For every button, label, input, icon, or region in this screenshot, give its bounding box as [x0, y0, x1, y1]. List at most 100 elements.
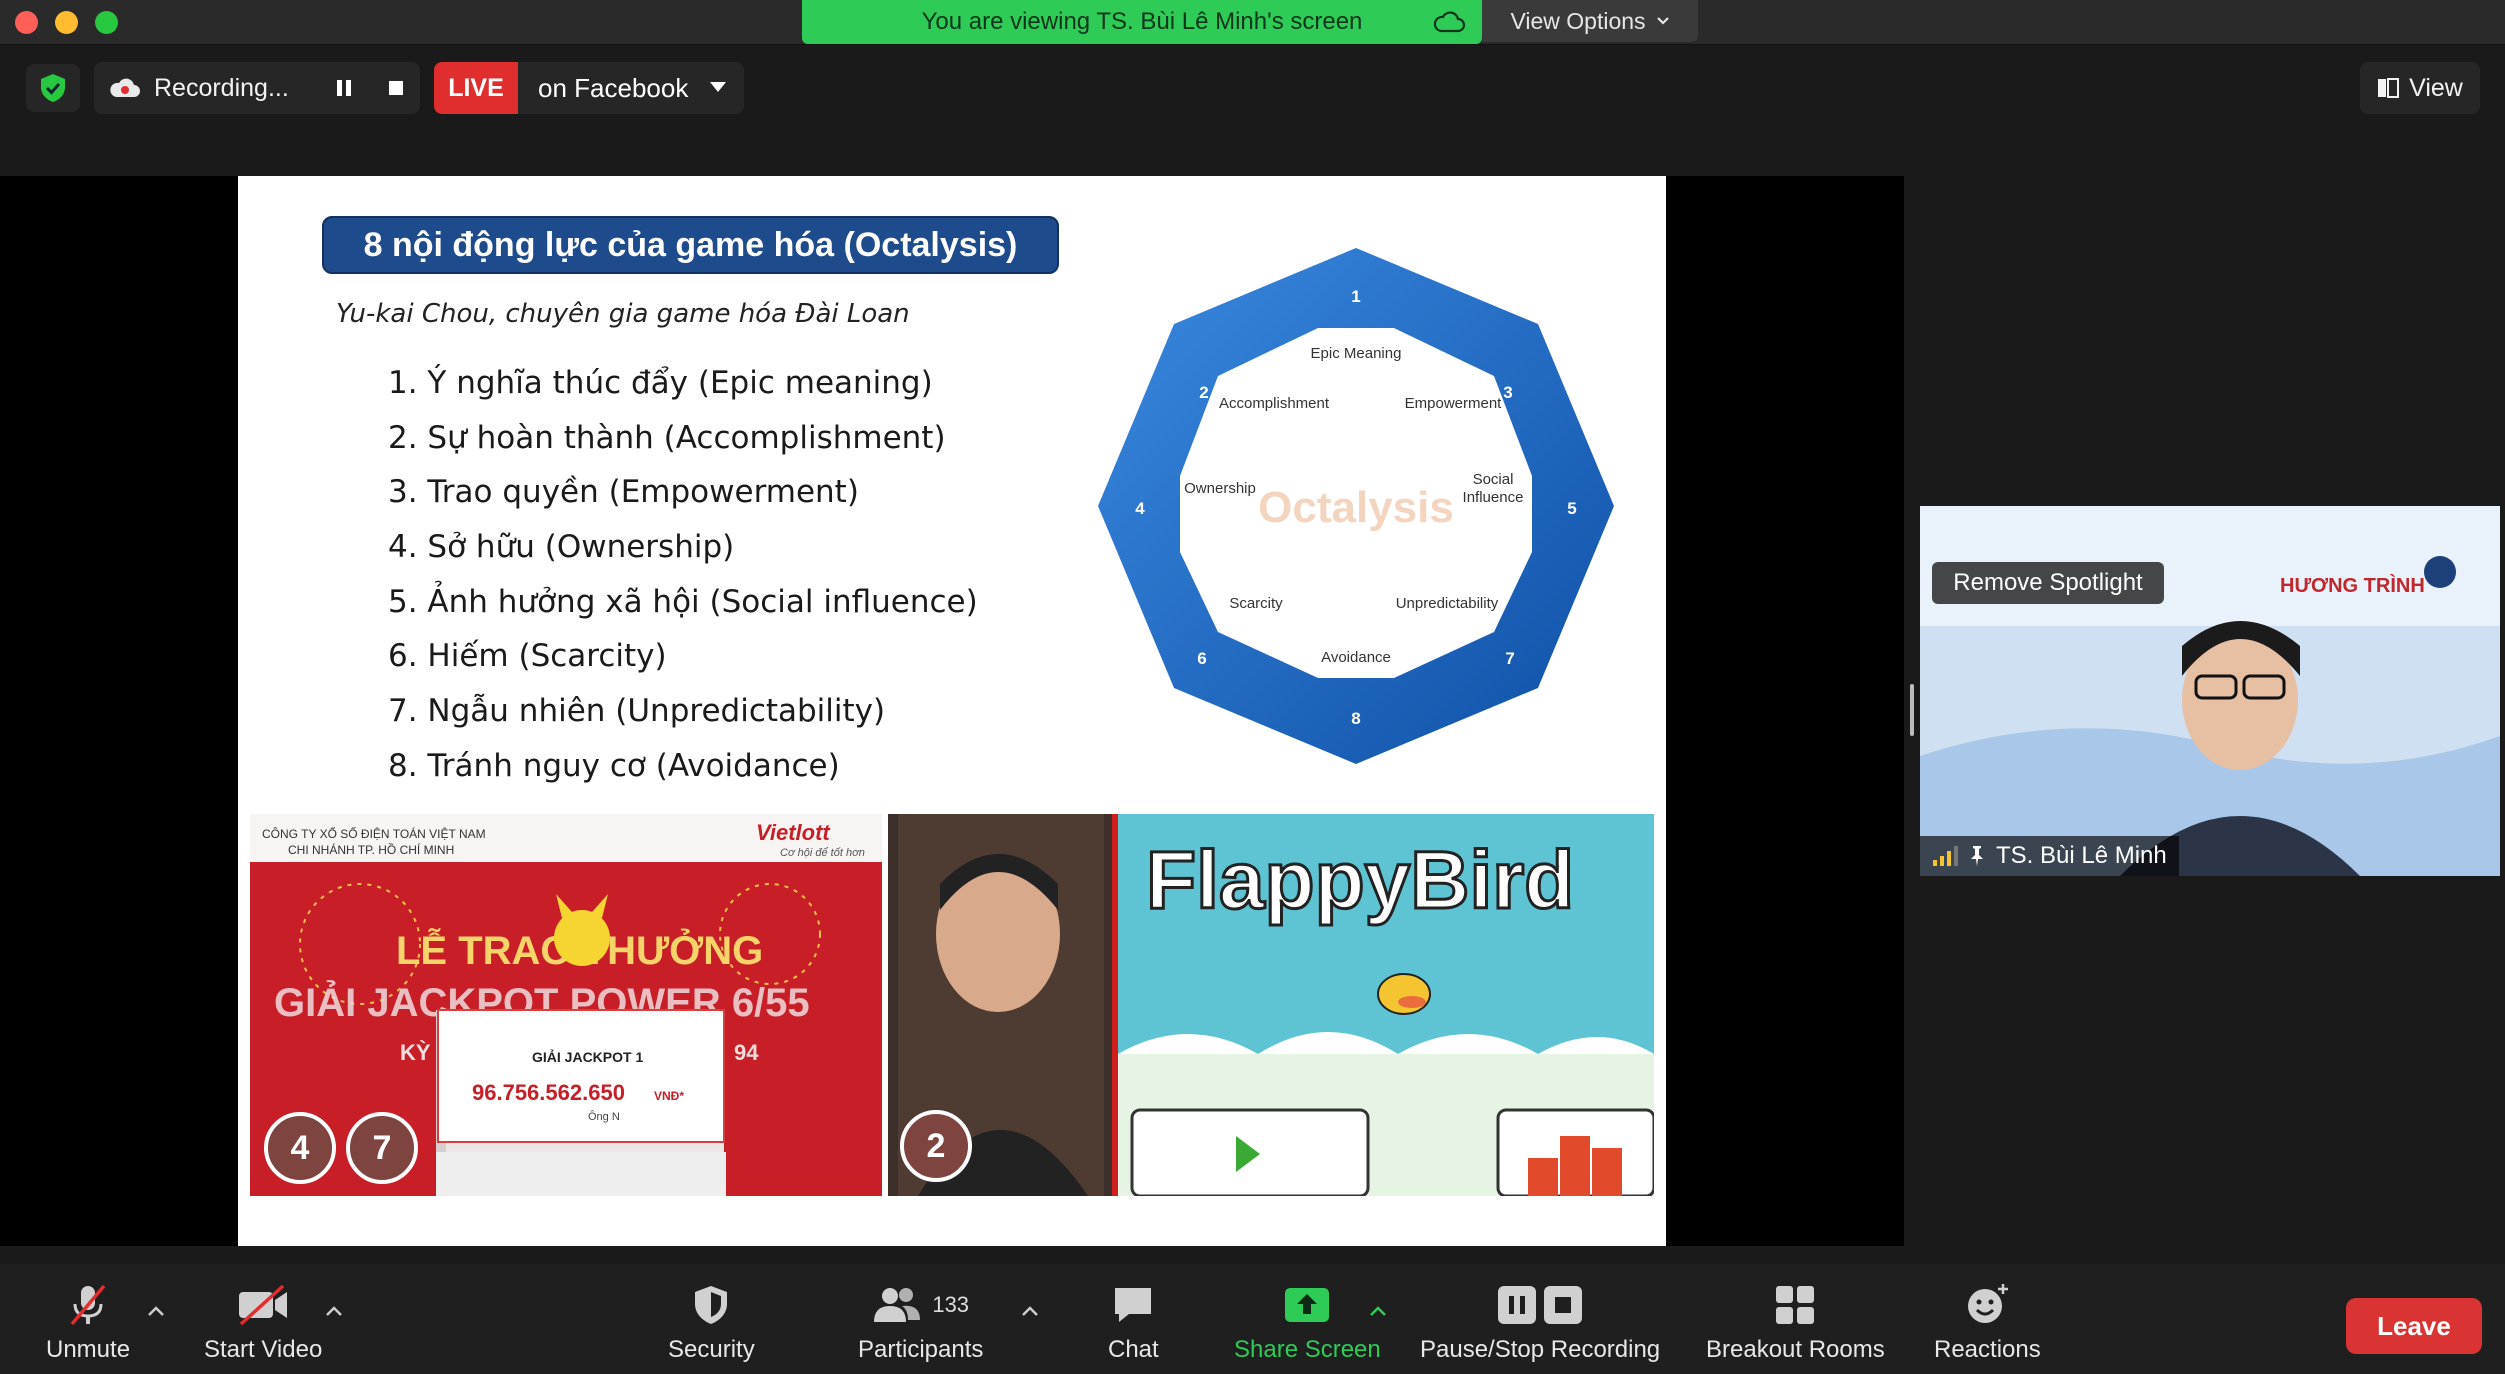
- cloud-icon: [1433, 11, 1466, 33]
- window-minimize-button[interactable]: [55, 11, 78, 34]
- breakout-grid-icon: [1776, 1286, 1815, 1324]
- drive-label: Unpredictability: [1396, 595, 1499, 612]
- reactions-button[interactable]: Reactions: [1934, 1284, 2041, 1364]
- window-close-button[interactable]: [15, 11, 38, 34]
- number-badge: 4: [264, 1112, 336, 1184]
- event-banner-text: HƯƠNG TRÌNH: [2280, 574, 2425, 597]
- live-stream-pill[interactable]: LIVE on Facebook: [434, 62, 744, 114]
- ky-label: KỲ: [400, 1040, 431, 1065]
- check-currency: VNĐ*: [654, 1089, 684, 1103]
- people-icon: [874, 1288, 921, 1322]
- breakout-label: Breakout Rooms: [1706, 1336, 1885, 1363]
- audio-options-caret-icon[interactable]: [146, 1304, 166, 1318]
- pause-recording-button[interactable]: [324, 62, 364, 114]
- security-label: Security: [668, 1336, 755, 1363]
- drive-label: Epic Meaning: [1311, 345, 1402, 362]
- list-item: 6. Hiếm (Scarcity): [388, 638, 667, 675]
- shield-icon: [695, 1286, 728, 1324]
- participants-label: Participants: [858, 1336, 984, 1363]
- octagon-number: 6: [1197, 649, 1206, 668]
- drive-label: Avoidance: [1321, 649, 1391, 666]
- octalysis-diagram: Octalysis Epic Meaning Empowerment Socia…: [1098, 248, 1614, 764]
- chat-button[interactable]: Chat: [1108, 1284, 1159, 1364]
- list-item: 8. Tránh nguy cơ (Avoidance): [388, 747, 840, 784]
- octagon-number: 5: [1567, 499, 1576, 518]
- drive-label: Empowerment: [1405, 395, 1503, 412]
- check-payee: Ông N: [588, 1110, 620, 1123]
- lottery-branch: CHI NHÁNH TP. HỒ CHÍ MINH: [288, 842, 454, 857]
- lottery-scene: CÔNG TY XỔ SỐ ĐIỆN TOÁN VIỆT NAM CHI NHÁ…: [250, 814, 882, 1196]
- pause-stop-icon: [1498, 1286, 1583, 1324]
- view-options-label: View Options: [1510, 7, 1646, 34]
- octagon-number: 7: [1505, 649, 1514, 668]
- panel-resize-handle[interactable]: [1910, 684, 1914, 736]
- video-options-caret-icon[interactable]: [324, 1304, 344, 1318]
- vietlott-tagline: Cơ hội để tốt hơn: [780, 847, 865, 859]
- security-button[interactable]: Security: [668, 1284, 755, 1364]
- leave-meeting-button[interactable]: Leave: [2346, 1298, 2482, 1354]
- pause-icon: [337, 80, 351, 96]
- stop-icon: [389, 81, 403, 95]
- lottery-winner-photo: CÔNG TY XỔ SỐ ĐIỆN TOÁN VIỆT NAM CHI NHÁ…: [250, 814, 882, 1196]
- list-item: 4. Sở hữu (Ownership): [388, 529, 735, 566]
- drive-label: Accomplishment: [1219, 395, 1330, 412]
- check-amount: 96.756.562.650: [472, 1080, 625, 1105]
- share-screen-button[interactable]: Share Screen: [1234, 1284, 1381, 1364]
- lottery-company: CÔNG TY XỔ SỐ ĐIỆN TOÁN VIỆT NAM: [262, 826, 486, 841]
- layout-view-icon: [2378, 78, 2400, 98]
- share-options-caret-icon[interactable]: [1368, 1304, 1388, 1318]
- window-title-bar: You are viewing TS. Bùi Lê Minh's screen…: [0, 0, 2505, 45]
- octagon-number: 2: [1199, 383, 1208, 402]
- caret-down-icon[interactable]: [710, 82, 726, 92]
- list-item: 5. Ảnh hưởng xã hội (Social influence): [388, 583, 978, 620]
- number-badge: 7: [346, 1112, 418, 1184]
- view-label: View: [2409, 73, 2463, 102]
- list-item: 7. Ngẫu nhiên (Unpredictability): [388, 693, 886, 730]
- signal-strength-icon: [1933, 846, 1958, 866]
- pause-stop-label: Pause/Stop Recording: [1420, 1336, 1661, 1363]
- start-video-label: Start Video: [204, 1336, 323, 1363]
- chat-bubble-icon: [1115, 1288, 1152, 1322]
- list-item: 2. Sự hoàn thành (Accomplishment): [388, 419, 946, 456]
- drive-label: Ownership: [1184, 480, 1256, 497]
- octagon-number: 8: [1351, 709, 1360, 728]
- breakout-rooms-button[interactable]: Breakout Rooms: [1706, 1284, 1885, 1364]
- live-badge: LIVE: [434, 62, 518, 114]
- view-layout-button[interactable]: View: [2360, 62, 2480, 114]
- window-fullscreen-button[interactable]: [95, 11, 118, 34]
- participant-video-tile[interactable]: HƯƠNG TRÌNH Remove Spotlight TS. Bùi Lê …: [1920, 506, 2500, 876]
- participant-name: TS. Bùi Lê Minh: [1996, 842, 2167, 869]
- drive-label: Social: [1473, 471, 1514, 488]
- chevron-down-icon: [1656, 17, 1669, 25]
- participants-caret-icon[interactable]: [1020, 1304, 1040, 1318]
- video-camera-off-icon: [239, 1284, 288, 1326]
- shield-check-icon: [41, 74, 65, 102]
- view-options-button[interactable]: View Options: [1482, 0, 1698, 42]
- recording-status-pill: Recording...: [94, 62, 420, 114]
- remove-spotlight-button[interactable]: Remove Spotlight: [1932, 562, 2164, 604]
- shared-screen: 8 nội động lực của game hóa (Octalysis) …: [0, 176, 1904, 1246]
- pause-stop-recording-button[interactable]: Pause/Stop Recording: [1420, 1284, 1660, 1364]
- drive-label: Influence: [1463, 489, 1524, 506]
- stop-recording-button[interactable]: [376, 62, 416, 114]
- unmute-button[interactable]: Unmute: [46, 1284, 130, 1364]
- pin-icon: [1971, 846, 1983, 866]
- vietlott-logo: Vietlott: [756, 820, 831, 845]
- cloud-recording-icon: [110, 78, 140, 97]
- octalysis-center-text: Octalysis: [1258, 483, 1454, 532]
- live-target-label: on Facebook: [538, 72, 689, 103]
- security-shield-indicator[interactable]: [26, 64, 80, 112]
- check-title: GIẢI JACKPOT 1: [532, 1049, 643, 1065]
- drive-label: Scarcity: [1229, 595, 1283, 612]
- screen-share-banner: You are viewing TS. Bùi Lê Minh's screen: [802, 0, 1482, 44]
- share-screen-icon: [1285, 1288, 1330, 1322]
- smiley-plus-icon: [1968, 1284, 2009, 1323]
- number-badge: 2: [900, 1110, 972, 1182]
- start-video-button[interactable]: Start Video: [204, 1284, 322, 1364]
- chat-label: Chat: [1108, 1336, 1159, 1363]
- presentation-slide: 8 nội động lực của game hóa (Octalysis) …: [238, 176, 1666, 1246]
- list-item: 3. Trao quyền (Empowerment): [388, 474, 859, 511]
- motivator-list: 1. Ý nghĩa thúc đẩy (Epic meaning) 2. Sự…: [388, 356, 978, 794]
- participants-button[interactable]: 133 Participants: [858, 1284, 983, 1364]
- octagon-number: 3: [1503, 383, 1512, 402]
